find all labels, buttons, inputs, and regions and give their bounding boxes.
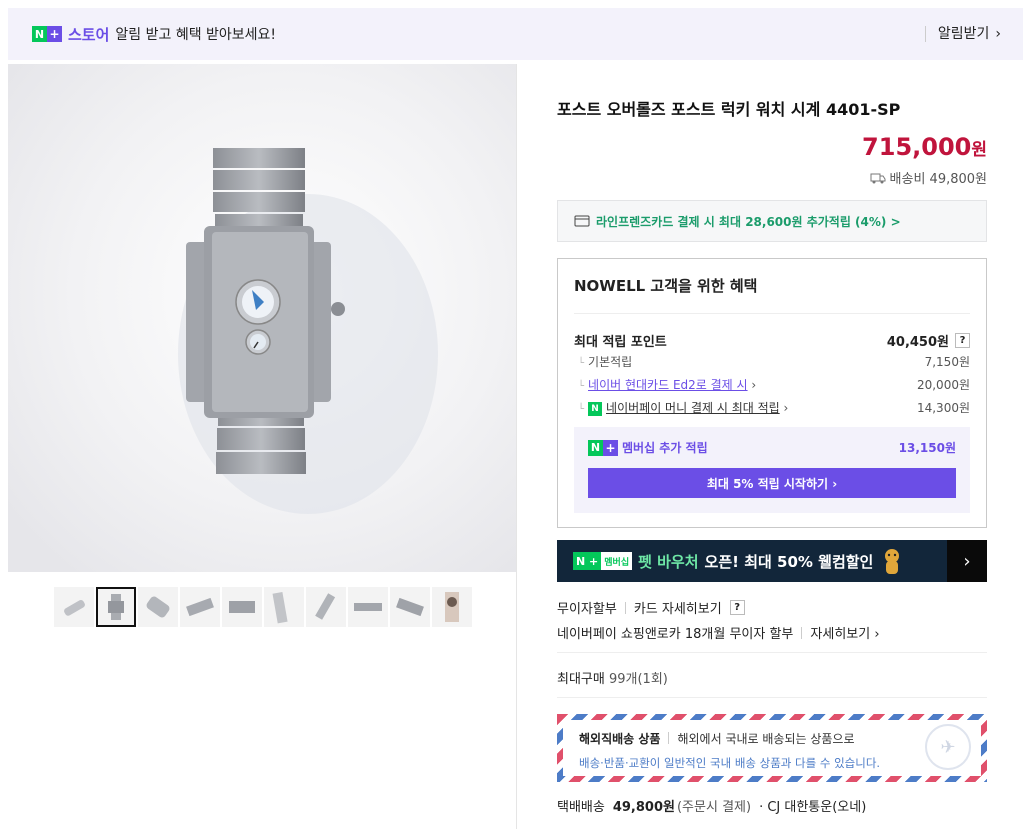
max-purchase-value: 99개(1회) xyxy=(608,672,668,687)
npay-icon: N xyxy=(588,401,603,416)
dog-icon xyxy=(885,549,900,574)
max-purchase-label: 최대구매 xyxy=(557,672,605,687)
naver-plus-logo: N + xyxy=(588,439,618,456)
store-notification-left: N + 스토어 알림 받고 혜택 받아보세요! xyxy=(32,24,276,45)
point-row-value: 20,000원 xyxy=(916,378,970,392)
point-row-value: 14,300원 xyxy=(916,401,970,415)
point-row-basic: 기본적립 7,150원 xyxy=(578,353,970,370)
npay-money-link[interactable]: 네이버페이 머니 결제 시 최대 적립 xyxy=(606,401,780,415)
overseas-title: 해외직배송 상품 xyxy=(579,732,661,746)
chevron-right-icon: › xyxy=(751,378,757,392)
product-main-image[interactable] xyxy=(8,64,516,572)
thumbnail-1[interactable] xyxy=(54,587,94,627)
delivery-carrier: · CJ 대한통운(오네) xyxy=(759,800,867,815)
delivery-fee-note: (주문시 결제) xyxy=(676,800,752,815)
membership-label: 멤버십 추가 적립 xyxy=(622,441,708,455)
pet-voucher-banner[interactable]: N + 멤버십 펫 바우처 오픈! 최대 50% 웰컴할인 › xyxy=(557,540,987,582)
installment-row: 무이자할부 카드 자세히보기 ? xyxy=(557,598,745,617)
banner-next-button[interactable]: › xyxy=(947,540,987,582)
overseas-notice-line: 해외직배송 상품 해외에서 국내로 배송되는 상품으로 xyxy=(579,730,965,747)
card-promotion-link[interactable]: 라인프렌즈카드 결제 시 최대 28,600원 추가적립 (4%) > xyxy=(557,200,987,242)
naver-n-icon: N xyxy=(32,26,47,42)
overseas-shipping-notice: 해외직배송 상품 해외에서 국내로 배송되는 상품으로 배송·반품·교환이 일반… xyxy=(557,714,987,782)
column-divider xyxy=(516,64,517,829)
plus-icon: + xyxy=(47,26,62,42)
thumbnail-strip xyxy=(54,587,474,627)
membership-row: N + 멤버십 추가 적립 13,150원 xyxy=(588,439,956,456)
thumbnail-8[interactable] xyxy=(348,587,388,627)
divider xyxy=(668,732,670,744)
max-points-value: 40,450원 xyxy=(886,335,949,350)
benefit-divider xyxy=(574,313,970,314)
naver-n-icon: N xyxy=(588,439,603,456)
help-icon[interactable]: ? xyxy=(729,600,745,615)
badge-membership: 멤버십 xyxy=(601,552,633,570)
thumbnail-10[interactable] xyxy=(432,587,472,627)
overseas-notice-body: 해외직배송 상품 해외에서 국내로 배송되는 상품으로 배송·반품·교환이 일반… xyxy=(563,720,981,776)
credit-card-icon xyxy=(574,215,590,227)
alarm-subscribe-button[interactable]: 알림받기 › xyxy=(924,26,1001,42)
delivery-info: 택배배송 49,800원 (주문시 결제) · CJ 대한통운(오네) xyxy=(557,796,866,815)
delivery-fee: 49,800원 xyxy=(612,800,675,815)
membership-start-button[interactable]: 최대 5% 적립 시작하기 › xyxy=(588,468,956,498)
membership-area: N + 멤버십 추가 적립 13,150원 최대 5% 적립 시작하기 › xyxy=(574,427,970,513)
thumbnail-4[interactable] xyxy=(180,587,220,627)
card-detail-link[interactable]: 카드 자세히보기 xyxy=(634,598,722,617)
point-row-value: 7,150원 xyxy=(924,355,970,369)
airplane-stamp-icon: ✈ xyxy=(925,724,971,770)
banner-text: 오픈! 최대 50% 웰컴할인 xyxy=(704,552,874,571)
thumbnail-3[interactable] xyxy=(138,587,178,627)
installment-label: 무이자할부 xyxy=(557,602,617,617)
shipping-fee: 배송비 49,800원 xyxy=(870,168,987,187)
shipping-fee-label: 배송비 49,800원 xyxy=(889,172,987,187)
hyundai-card-link[interactable]: 네이버 현대카드 Ed2로 결제 시 xyxy=(588,378,748,392)
installment-detail-link[interactable]: 자세히보기 › xyxy=(810,623,879,642)
chevron-right-icon: › xyxy=(783,401,789,415)
max-purchase: 최대구매 99개(1회) xyxy=(557,668,668,687)
notification-message: 알림 받고 혜택 받아보세요! xyxy=(115,27,277,43)
npay-installment-label: 네이버페이 쇼핑앤로카 18개월 무이자 할부 xyxy=(557,627,794,642)
overseas-desc: 해외에서 국내로 배송되는 상품으로 xyxy=(677,732,855,746)
store-brand-label: 스토어 xyxy=(68,25,110,44)
price-unit: 원 xyxy=(971,140,987,160)
badge-n-plus: N + xyxy=(576,554,599,568)
thumbnail-5[interactable] xyxy=(222,587,262,627)
product-title: 포스트 오버롤즈 포스트 럭키 워치 시계 4401-SP xyxy=(557,100,901,119)
membership-badge: N + 멤버십 xyxy=(573,552,633,570)
divider xyxy=(624,601,626,614)
price-amount: 715,000 xyxy=(862,133,972,161)
overseas-note: 배송·반품·교환이 일반적인 국내 배송 상품과 다를 수 있습니다. xyxy=(579,756,881,770)
thumbnail-7[interactable] xyxy=(306,587,346,627)
banner-highlight: 펫 바우처 xyxy=(638,552,699,571)
banner-content: N + 멤버십 펫 바우처 오픈! 최대 50% 웰컴할인 xyxy=(557,546,947,576)
store-notification-bar: N + 스토어 알림 받고 혜택 받아보세요! 알림받기 › xyxy=(8,8,1023,60)
plus-icon: + xyxy=(603,439,618,456)
benefit-title: NOWELL 고객을 위한 혜택 xyxy=(574,277,758,295)
product-price: 715,000원 xyxy=(862,133,987,161)
max-points-label: 최대 적립 포인트 xyxy=(574,335,667,350)
naver-plus-logo: N + xyxy=(32,26,62,42)
section-divider xyxy=(557,697,987,698)
alarm-subscribe-label: 알림받기 xyxy=(937,26,990,42)
watch-image xyxy=(8,64,516,572)
point-row-label: 기본적립 xyxy=(578,353,632,370)
thumbnail-2[interactable] xyxy=(96,587,136,627)
divider xyxy=(801,626,803,639)
thumbnail-6[interactable] xyxy=(264,587,304,627)
max-points-row: 최대 적립 포인트 40,450원 ? xyxy=(574,331,970,350)
section-divider xyxy=(557,652,987,653)
thumbnail-9[interactable] xyxy=(390,587,430,627)
point-row-card: 네이버 현대카드 Ed2로 결제 시 › 20,000원 xyxy=(578,376,970,393)
npay-installment-row: 네이버페이 쇼핑앤로카 18개월 무이자 할부 자세히보기 › xyxy=(557,623,880,642)
customer-benefit-panel: NOWELL 고객을 위한 혜택 최대 적립 포인트 40,450원 ? 기본적… xyxy=(557,258,987,528)
membership-value: 13,150원 xyxy=(898,441,956,455)
card-promotion-text: 라인프렌즈카드 결제 시 최대 28,600원 추가적립 (4%) > xyxy=(596,214,901,229)
help-icon[interactable]: ? xyxy=(955,333,970,348)
delivery-method: 택배배송 xyxy=(557,800,605,815)
point-row-npay: N네이버페이 머니 결제 시 최대 적립 › 14,300원 xyxy=(578,399,970,416)
truck-icon xyxy=(870,173,886,183)
chevron-right-icon: › xyxy=(995,26,1001,42)
